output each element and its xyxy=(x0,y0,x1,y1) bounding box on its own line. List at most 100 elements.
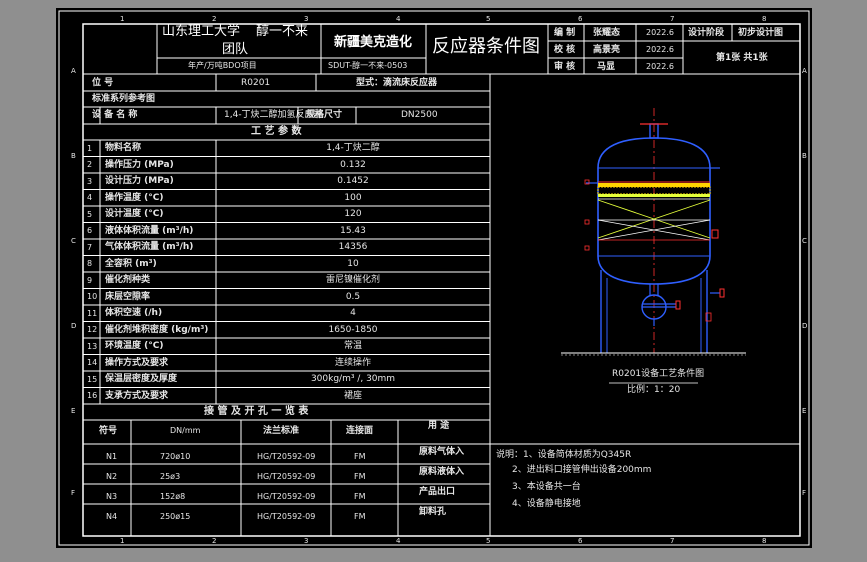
param-value: 1,4-丁炔二醇 xyxy=(326,143,380,153)
drawing-number: SDUT-醇一不来-0503 xyxy=(328,61,408,70)
param-value: 4 xyxy=(350,308,356,318)
nozzle-use: 产品出口 xyxy=(419,487,456,497)
frame-mark-top: 8 xyxy=(762,15,767,23)
nozzle-dn: 152ø8 xyxy=(160,492,186,501)
size-label: 规格尺寸 xyxy=(306,110,343,120)
param-value: 14356 xyxy=(338,242,368,252)
frame-mark-side: B xyxy=(71,152,76,160)
param-name: 操作压力 (MPa) xyxy=(105,159,174,170)
param-number: 12 xyxy=(87,325,98,334)
frame-mark-bottom: 5 xyxy=(486,537,491,545)
frame-mark-bottom: 7 xyxy=(670,537,675,545)
nozzle-face: FM xyxy=(354,452,366,461)
school-name: 山东理工大学 xyxy=(162,24,241,39)
nozzle-sym: N4 xyxy=(106,512,118,521)
equip-label: 设 备 名 称 xyxy=(92,110,138,120)
param-value: 常温 xyxy=(343,341,363,351)
nozzle-sym: N1 xyxy=(106,452,118,461)
param-value: 0.132 xyxy=(340,159,366,170)
role-date: 2022.6 xyxy=(646,62,674,71)
param-name: 设计压力 (MPa) xyxy=(105,176,174,186)
frame-mark-bottom: 1 xyxy=(120,537,125,545)
drawing-title: 反应器条件图 xyxy=(432,36,540,57)
vessel-caption: R0201设备工艺条件图 xyxy=(612,369,705,379)
vessel-scale: 比例：1：20 xyxy=(627,385,681,395)
nozzle-face: FM xyxy=(354,512,366,521)
inner-frame xyxy=(82,23,801,537)
param-value: 120 xyxy=(344,209,362,219)
size-value: DN2500 xyxy=(401,110,438,120)
param-number: 14 xyxy=(87,358,98,367)
param-name: 支承方式及要求 xyxy=(105,390,169,401)
frame-mark-side-right: E xyxy=(802,407,807,415)
role-name: 张耀态 xyxy=(593,28,621,38)
nozzle-std: HG/T20592-09 xyxy=(257,472,316,481)
role-label: 编 制 xyxy=(554,28,576,38)
param-number: 11 xyxy=(87,308,98,318)
drawing-sheet: 1 2 3 4 5 6 7 8 1 2 3 4 5 6 7 8 A B C D … xyxy=(56,8,812,548)
frame-mark-side-right: C xyxy=(802,237,807,245)
frame-mark-side: F xyxy=(71,489,76,497)
param-number: 9 xyxy=(87,275,93,285)
param-name: 气体体积流量 (m³/h) xyxy=(105,242,194,252)
param-number: 3 xyxy=(87,176,93,186)
form-label: 型式：滴流床反应器 xyxy=(356,78,438,88)
frame-mark-top: 6 xyxy=(578,15,583,23)
frame-mark-top: 2 xyxy=(212,15,217,23)
frame-mark-side: D xyxy=(71,322,77,330)
note-line: 说明：1、设备简体材质为Q345R xyxy=(496,450,632,460)
role-name: 马显 xyxy=(597,62,616,72)
nozzle-std: HG/T20592-09 xyxy=(257,492,316,501)
param-value: 0.5 xyxy=(345,291,361,302)
param-value: 1650-1850 xyxy=(328,324,378,335)
frame-mark-side: C xyxy=(71,237,76,245)
team-name-line1: 醇一不来 xyxy=(256,24,309,39)
frame-mark-top: 7 xyxy=(670,15,675,23)
frame-mark-side: A xyxy=(71,67,76,75)
frame-mark-top: 3 xyxy=(304,15,309,23)
role-date: 2022.6 xyxy=(646,28,674,37)
frame-mark-side-right: A xyxy=(802,67,807,75)
role-date: 2022.6 xyxy=(646,45,674,54)
param-number: 10 xyxy=(87,292,98,301)
nozzle-use: 原料液体入 xyxy=(419,467,465,477)
nozzle-sym: N2 xyxy=(106,472,118,481)
nozzle-dn: 720ø10 xyxy=(160,452,191,461)
param-number: 7 xyxy=(87,242,93,252)
param-value: 0.1452 xyxy=(337,176,369,186)
nozzle-use: 卸料孔 xyxy=(419,507,447,517)
param-name: 物料名称 xyxy=(105,143,142,153)
nozzle-sym: N3 xyxy=(106,492,118,501)
param-number: 4 xyxy=(87,193,93,202)
frame-mark-bottom: 4 xyxy=(396,537,401,545)
param-number: 5 xyxy=(87,209,93,219)
company-name: 新疆美克造化 xyxy=(334,35,413,50)
nozzle-header: 用 途 xyxy=(428,421,450,431)
note-line: 4、设备静电接地 xyxy=(512,499,581,509)
nozzle-title: 接 管 及 开 孔 一 览 表 xyxy=(204,406,309,417)
tag-value: R0201 xyxy=(241,78,271,88)
frame-mark-bottom: 6 xyxy=(578,537,583,545)
nozzle-use: 原料气体入 xyxy=(419,447,465,457)
param-number: 2 xyxy=(87,160,93,169)
param-value: 10 xyxy=(347,258,359,269)
role-label: 审 核 xyxy=(554,62,576,72)
param-number: 6 xyxy=(87,226,93,235)
param-number: 13 xyxy=(87,341,98,351)
frame-mark-side: E xyxy=(71,407,76,415)
frame-mark-side-right: D xyxy=(802,322,808,330)
frame-mark-bottom: 2 xyxy=(212,537,217,545)
param-name: 设计温度 (°C) xyxy=(105,209,164,219)
sheet-info: 第1张 共1张 xyxy=(716,53,768,63)
param-name: 液体体积流量 (m³/h) xyxy=(105,225,194,236)
nozzle-header: 法兰标准 xyxy=(263,426,300,436)
param-name: 床层空隙率 xyxy=(105,291,151,302)
param-name: 环境温度 (°C) xyxy=(105,341,164,351)
frame-mark-top: 4 xyxy=(396,15,401,23)
param-value: 连续操作 xyxy=(334,357,372,368)
param-value: 300kg/m³ /, 30mm xyxy=(310,374,396,384)
team-name-line2: 团队 xyxy=(222,42,249,57)
param-row-lines xyxy=(83,156,490,388)
param-name: 催化剂堆积密度 (kg/m³) xyxy=(105,324,209,335)
params-title: 工 艺 参 数 xyxy=(251,126,302,137)
